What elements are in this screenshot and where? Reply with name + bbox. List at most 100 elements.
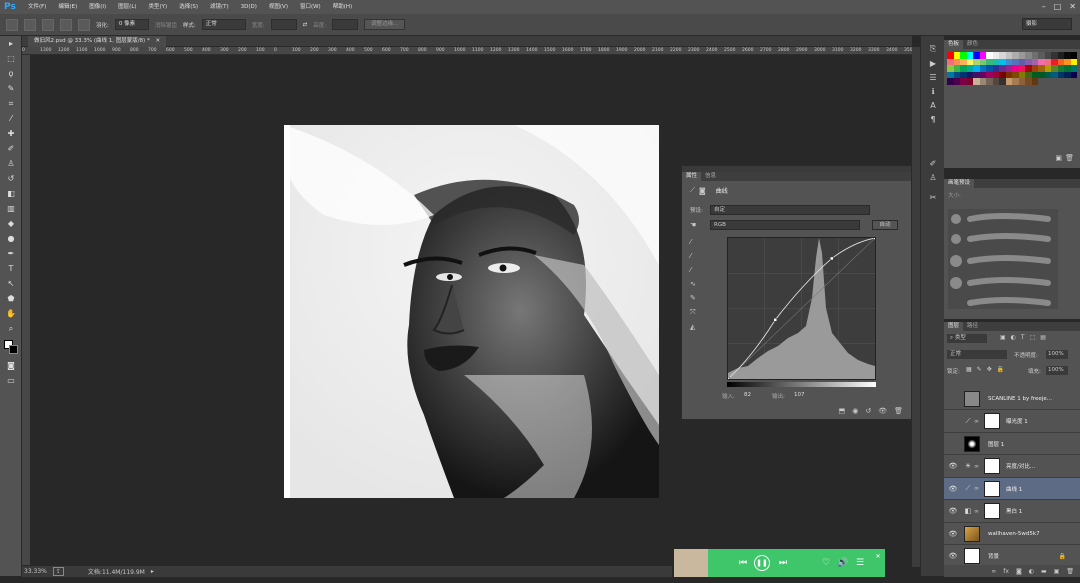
menu-item[interactable]: 窗口(W) [294, 0, 327, 14]
vertical-scrollbar[interactable] [912, 47, 920, 567]
actions-panel-icon[interactable]: ▶ [921, 56, 945, 70]
layer-row[interactable]: 👁 ⟋ ∞ 曲线 1 [944, 478, 1080, 500]
curve-control-point[interactable] [726, 377, 730, 381]
curve-graph[interactable] [726, 236, 877, 381]
curve-control-point[interactable] [873, 236, 877, 240]
set-black-point-icon[interactable]: ⁄ [690, 238, 696, 246]
marquee-tool-preset[interactable] [6, 18, 18, 31]
menu-item[interactable]: 选择(S) [173, 0, 204, 14]
menu-item[interactable]: 帮助(H) [327, 0, 358, 14]
history-brush-icon[interactable]: ↺ [0, 171, 22, 186]
tab-paths[interactable]: 路径 [963, 322, 982, 331]
healing-tool-icon[interactable]: ✚ [0, 126, 22, 141]
set-white-point-icon[interactable]: ⁄ [690, 266, 696, 274]
pen-tool-icon[interactable]: ✒ [0, 246, 22, 261]
view-previous-icon[interactable]: ◉ [852, 407, 858, 415]
shape-tool-icon[interactable]: ⬟ [0, 291, 22, 306]
paragraph-panel-icon[interactable]: ¶ [921, 112, 945, 126]
move-tool-icon[interactable]: ▸ [0, 36, 22, 51]
width-input[interactable] [270, 19, 297, 30]
delete-adjustment-icon[interactable]: 🗑 [894, 407, 903, 415]
delete-swatch-icon[interactable]: 🗑 [1065, 154, 1074, 162]
stamp-tool-icon[interactable]: ♙ [0, 156, 22, 171]
menu-item[interactable]: 类型(Y) [143, 0, 174, 14]
mask-icon[interactable]: ◙ [699, 187, 706, 195]
layer-visibility-icon[interactable]: 👁 [944, 485, 962, 493]
color-swatch[interactable] [1070, 71, 1077, 78]
layer-filter-select[interactable]: ⌕ 类型 [947, 334, 987, 343]
swap-icon[interactable]: ⇄ [303, 22, 308, 28]
layer-visibility-icon[interactable]: 👁 [944, 552, 962, 560]
lock-move-icon[interactable]: ✥ [987, 366, 992, 373]
channel-select[interactable]: RGB [710, 220, 860, 230]
filter-pixel-icon[interactable]: ▣ [1000, 334, 1006, 341]
zoom-level[interactable]: 33.33% [24, 568, 47, 575]
album-art[interactable] [674, 549, 708, 577]
gradient-tool-icon[interactable]: ▥ [0, 201, 22, 216]
color-swatch[interactable] [1031, 78, 1038, 85]
link-layers-icon[interactable]: ∞ [991, 568, 996, 575]
hand-tool-icon[interactable]: ✋ [0, 306, 22, 321]
swatch-grid[interactable] [947, 52, 1077, 85]
close-tab-icon[interactable]: ✕ [155, 38, 160, 44]
lock-transparent-icon[interactable]: ▦ [966, 366, 972, 373]
height-input[interactable] [332, 19, 359, 30]
layer-row[interactable]: SCANLINE 1 by freeje... [944, 388, 1080, 410]
menu-item[interactable]: 图像(I) [83, 0, 112, 14]
workspace-select[interactable]: 摄影 [1022, 18, 1072, 30]
layer-mask-thumbnail[interactable] [984, 503, 1000, 519]
status-arrow-icon[interactable]: ▸ [151, 568, 154, 575]
antialias-checkbox[interactable]: 消除锯齿 [155, 21, 177, 29]
type-tool-icon[interactable]: T [0, 261, 22, 276]
opacity-input[interactable]: 100% [1046, 350, 1068, 359]
layer-mask-thumbnail[interactable] [984, 458, 1000, 474]
history-panel-icon[interactable]: ⎘ [921, 42, 945, 56]
mask-link-icon[interactable]: ∞ [974, 418, 982, 425]
properties-panel-icon[interactable]: ☰ [921, 70, 945, 84]
tool-presets-icon[interactable]: ✂ [921, 190, 945, 204]
character-panel-icon[interactable]: A [921, 98, 945, 112]
lasso-tool-icon[interactable]: ϙ [0, 66, 22, 81]
visibility-toggle-icon[interactable]: 👁 [878, 407, 887, 415]
music-close-icon[interactable]: ✕ [871, 550, 885, 564]
marquee-tool-icon[interactable]: ⬚ [0, 51, 22, 66]
zoom-tool-icon[interactable]: ⌕ [0, 321, 22, 336]
new-group-icon[interactable]: ▬ [1041, 568, 1047, 575]
layer-row[interactable]: 图层 1 [944, 433, 1080, 455]
like-icon[interactable]: ♡ [819, 556, 833, 570]
hand-adjust-icon[interactable]: ☚ [690, 221, 696, 229]
refine-edge-button[interactable]: 调整边缘... [364, 19, 406, 30]
mask-link-icon[interactable]: ∞ [974, 485, 982, 492]
layer-row[interactable]: ⟋ ∞ 曝光度 1 [944, 411, 1080, 433]
filter-type-icon[interactable]: T [1021, 334, 1025, 341]
delete-layer-icon[interactable]: 🗑 [1066, 568, 1074, 575]
layer-mask-thumbnail[interactable] [984, 480, 1000, 497]
next-track-icon[interactable]: ⏭ [776, 556, 790, 570]
mask-link-icon[interactable]: ∞ [974, 508, 982, 515]
mask-link-icon[interactable]: ∞ [974, 463, 982, 470]
brush-preset-list[interactable] [948, 209, 1058, 309]
preset-select[interactable]: 自定 [710, 205, 870, 215]
filter-smart-icon[interactable]: ▤ [1040, 334, 1046, 341]
fill-input[interactable]: 100% [1046, 366, 1068, 375]
curve-edit-points-icon[interactable]: ∿ [690, 280, 696, 288]
screen-mode-icon[interactable]: ▭ [0, 373, 22, 388]
info-panel-icon[interactable]: ℹ [921, 84, 945, 98]
layer-row[interactable]: 👁 ◧ ∞ 黑白 1 [944, 501, 1080, 523]
smooth-icon[interactable]: ⤧ [690, 308, 696, 317]
layer-row[interactable]: 👁 ☀ ∞ 亮度/对比... [944, 456, 1080, 478]
layer-visibility-icon[interactable]: 👁 [944, 530, 962, 538]
clone-source-icon[interactable]: ♙ [921, 170, 945, 184]
quick-mask-icon[interactable]: ◙ [0, 358, 22, 373]
brush-panel-icon[interactable]: ✐ [921, 156, 945, 170]
crop-tool-icon[interactable]: ⌗ [0, 96, 22, 111]
menu-item[interactable]: 图层(L) [112, 0, 142, 14]
tab-properties[interactable]: 属性 [682, 172, 702, 181]
style-select[interactable]: 正常 [201, 19, 246, 30]
filter-shape-icon[interactable]: ⬚ [1030, 334, 1036, 341]
new-selection-icon[interactable] [24, 18, 36, 31]
clipping-warning-icon[interactable]: ◭ [690, 323, 696, 331]
intersect-selection-icon[interactable] [78, 18, 90, 31]
new-adjustment-icon[interactable]: ◐ [1029, 568, 1034, 575]
new-swatch-icon[interactable]: ▣ [1055, 154, 1062, 162]
